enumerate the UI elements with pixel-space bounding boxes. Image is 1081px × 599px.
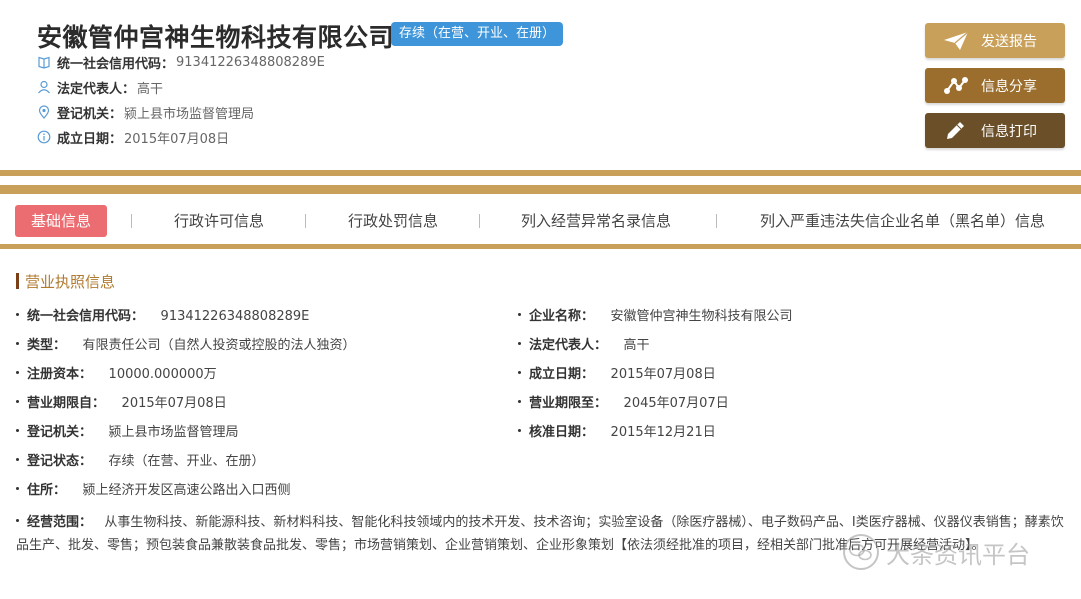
field-value: 高干 — [623, 338, 650, 353]
field-approval-date: 核准日期： 2015年12月21日 — [518, 423, 716, 443]
tabs-top-bar — [0, 185, 1081, 194]
field-company-name: 企业名称： 安徽管仲宫神生物科技有限公司 — [518, 307, 793, 327]
field-label: 类型： — [27, 338, 67, 353]
field-legal-representative: 法定代表人： 高干 — [518, 336, 650, 356]
field-value: 2015年12月21日 — [610, 425, 716, 440]
meta-legal-rep: 法定代表人： 高干 — [37, 77, 163, 97]
send-report-button[interactable]: 发送报告 — [925, 23, 1065, 58]
book-icon — [37, 55, 51, 69]
tab-divider — [716, 214, 717, 228]
tab-divider — [131, 214, 132, 228]
share-info-label: 信息分享 — [981, 78, 1037, 95]
tab-basic-info[interactable]: 基础信息 — [15, 205, 108, 237]
field-label: 登记机关： — [27, 425, 93, 440]
tab-blacklist[interactable]: 列入严重违法失信企业名单（黑名单）信息 — [760, 205, 1045, 237]
location-pin-icon — [37, 105, 51, 119]
section-title-text: 营业执照信息 — [25, 272, 116, 291]
header-divider-bar — [0, 170, 1081, 176]
field-value: 10000.000000万 — [108, 367, 217, 382]
meta-label: 登记机关： — [57, 106, 123, 122]
meta-value: 2015年07月08日 — [124, 131, 230, 147]
watermark: 大条资讯平台 — [842, 532, 1030, 572]
send-report-label: 发送报告 — [981, 33, 1037, 50]
field-label: 经营范围： — [27, 515, 93, 530]
field-value: 91341226348808289E — [160, 309, 310, 324]
info-circle-icon — [37, 130, 51, 144]
field-established-date: 成立日期： 2015年07月08日 — [518, 365, 716, 385]
field-label: 登记状态： — [27, 454, 93, 469]
field-value: 2015年07月08日 — [121, 396, 227, 411]
tab-divider — [305, 214, 306, 228]
field-registered-capital: 注册资本： 10000.000000万 — [16, 365, 217, 385]
share-nodes-icon — [939, 74, 973, 98]
section-title: 营业执照信息 — [16, 271, 115, 291]
status-badge: 存续（在营、开业、在册） — [391, 22, 564, 46]
share-info-button[interactable]: 信息分享 — [925, 68, 1065, 103]
field-value: 颍上县市场监督管理局 — [108, 425, 239, 440]
field-value: 有限责任公司（自然人投资或控股的法人独资） — [82, 338, 356, 353]
field-address: 住所： 颍上经济开发区高速公路出入口西侧 — [16, 481, 291, 501]
field-label: 法定代表人： — [529, 338, 608, 353]
meta-label: 成立日期： — [57, 131, 123, 147]
field-label: 住所： — [27, 483, 67, 498]
field-credit-code: 统一社会信用代码： 91341226348808289E — [16, 307, 309, 327]
field-value: 安徽管仲宫神生物科技有限公司 — [610, 309, 793, 324]
meta-credit-code: 统一社会信用代码： 91341226348808289E — [37, 52, 325, 72]
field-registration-status: 登记状态： 存续（在营、开业、在册） — [16, 452, 265, 472]
field-label: 企业名称： — [529, 309, 595, 324]
field-term-end: 营业期限至： 2045年07月07日 — [518, 394, 729, 414]
field-registration-authority: 登记机关： 颍上县市场监督管理局 — [16, 423, 239, 443]
field-label: 注册资本： — [27, 367, 93, 382]
wechat-logo-icon — [842, 533, 880, 571]
meta-value: 91341226348808289E — [176, 54, 325, 70]
field-label: 营业期限至： — [529, 396, 608, 411]
field-term-start: 营业期限自： 2015年07月08日 — [16, 394, 227, 414]
meta-label: 统一社会信用代码： — [57, 56, 175, 72]
person-icon — [37, 80, 51, 94]
field-type: 类型： 有限责任公司（自然人投资或控股的法人独资） — [16, 336, 356, 356]
meta-value: 颍上县市场监督管理局 — [124, 106, 255, 122]
meta-registration-authority: 登记机关： 颍上县市场监督管理局 — [37, 102, 254, 122]
field-label: 成立日期： — [529, 367, 595, 382]
print-info-label: 信息打印 — [981, 123, 1037, 140]
tab-admin-license[interactable]: 行政许可信息 — [174, 205, 264, 237]
company-name: 安徽管仲宫神生物科技有限公司 — [37, 23, 395, 52]
section-marker — [16, 273, 19, 289]
tab-abnormal-operation[interactable]: 列入经营异常名录信息 — [521, 205, 671, 237]
field-value: 存续（在营、开业、在册） — [108, 454, 265, 469]
meta-established-date: 成立日期： 2015年07月08日 — [37, 127, 229, 147]
field-label: 统一社会信用代码： — [27, 309, 145, 324]
meta-value: 高干 — [137, 81, 164, 97]
tab-divider — [479, 214, 480, 228]
field-label: 营业期限自： — [27, 396, 106, 411]
send-plane-icon — [939, 29, 973, 53]
tab-admin-penalty[interactable]: 行政处罚信息 — [348, 205, 438, 237]
print-info-button[interactable]: 信息打印 — [925, 113, 1065, 148]
field-label: 核准日期： — [529, 425, 595, 440]
meta-label: 法定代表人： — [57, 81, 136, 97]
field-value: 2045年07月07日 — [623, 396, 729, 411]
field-value: 颍上经济开发区高速公路出入口西侧 — [82, 483, 291, 498]
tab-bar: 基础信息 行政许可信息 行政处罚信息 列入经营异常名录信息 列入严重违法失信企业… — [0, 205, 1081, 237]
tabs-bottom-bar — [0, 244, 1081, 249]
field-value: 2015年07月08日 — [610, 367, 716, 382]
pencil-icon — [939, 119, 973, 143]
watermark-text: 大条资讯平台 — [886, 540, 1030, 569]
